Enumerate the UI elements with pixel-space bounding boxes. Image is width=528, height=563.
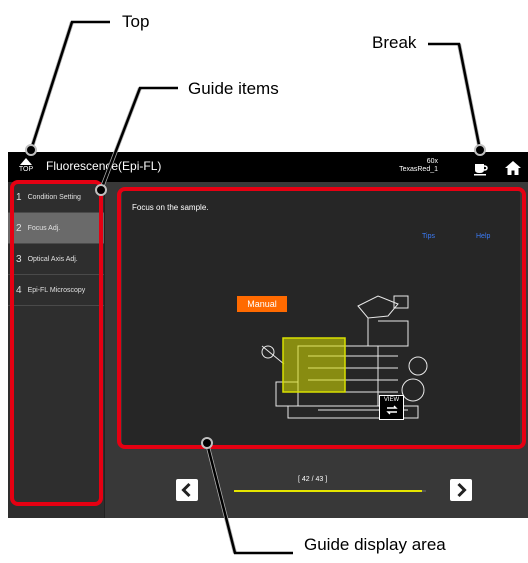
coffee-cup-icon — [474, 164, 488, 176]
callout-top-label: Top — [122, 12, 150, 31]
callout-dot-top — [25, 144, 37, 156]
objective-info: 60x TexasRed_1 — [399, 158, 438, 174]
break-button[interactable] — [472, 159, 490, 177]
callout-break-label: Break — [372, 33, 417, 52]
next-button[interactable] — [450, 479, 472, 501]
chevron-right-icon — [457, 482, 467, 498]
page-title: Fluorescence(Epi-FL) — [46, 159, 162, 173]
top-button[interactable]: TOP — [14, 156, 38, 180]
callout-guide-display-label: Guide display area — [304, 535, 446, 554]
callout-dot-guide-display — [201, 437, 213, 449]
callout-dot-break — [474, 144, 486, 156]
top-button-label: TOP — [18, 166, 34, 173]
guide-items-highlight — [10, 180, 103, 506]
chevron-left-icon — [181, 482, 191, 498]
callout-guide-items-label: Guide items — [188, 79, 279, 98]
objective-magnification: 60x — [426, 158, 438, 165]
progress-fill — [234, 490, 422, 492]
guide-display-highlight — [117, 187, 526, 449]
progress-label: [ 42 / 43 ] — [298, 476, 328, 483]
home-button[interactable] — [504, 159, 522, 177]
callout-dot-guide-items — [95, 184, 107, 196]
top-arrow-icon — [20, 158, 32, 165]
progress-bar — [234, 490, 426, 492]
previous-button[interactable] — [176, 479, 198, 501]
filter-name: TexasRed_1 — [399, 166, 438, 173]
home-icon — [505, 161, 521, 175]
title-bar: TOP Fluorescence(Epi-FL) 60x TexasRed_1 — [8, 152, 528, 182]
